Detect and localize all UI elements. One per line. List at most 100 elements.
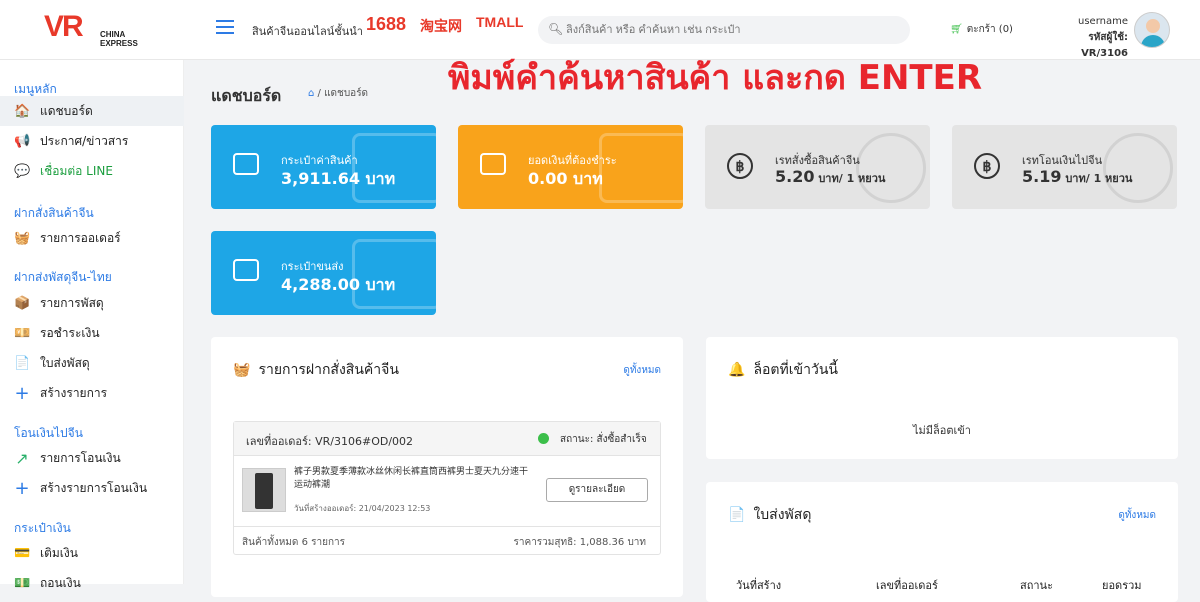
cart-button[interactable]: 🛒︎ ตะกร้า (0) <box>950 22 1013 37</box>
view-all-orders-link[interactable]: ดูทั้งหมด <box>623 363 661 378</box>
brand-tmall-logo[interactable]: TMALL <box>476 14 523 30</box>
product-thumbnail[interactable] <box>242 468 286 512</box>
breadcrumb-separator: / <box>317 88 321 99</box>
stat-value: 5.19 บาท/ 1 หยวน <box>1022 167 1132 187</box>
instruction-overlay: พิมพ์คำค้นหาสินค้า และกด ENTER <box>448 58 983 98</box>
stat-value: 3,911.64 บาท <box>281 169 396 188</box>
rate-unit: บาท/ 1 หยวน <box>1061 172 1133 185</box>
brand-taobao-logo[interactable]: 淘宝网 <box>420 16 462 36</box>
order-status: สถานะ: สั่งซื้อสำเร็จ <box>560 434 647 445</box>
order-header: เลขที่ออเดอร์: VR/3106#OD/002 สถานะ: สั่… <box>234 422 660 456</box>
wallet-icon <box>233 153 259 175</box>
view-all-slips-link[interactable]: ดูทั้งหมด <box>1118 508 1156 523</box>
stat-card-transfer-rate: ฿ เรทโอนเงินไปจีน 5.19 บาท/ 1 หยวน <box>952 125 1177 209</box>
wallet-topup-icon: 💳 <box>14 545 31 561</box>
avatar[interactable] <box>1134 12 1170 48</box>
sidebar-item-label: รายการโอนเงิน <box>40 450 121 465</box>
baht-coin-icon: ฿ <box>974 153 1000 179</box>
panel-title-text: ใบส่งพัสดุ <box>753 507 812 523</box>
logo-subtitle: CHINA EXPRESS <box>100 30 138 48</box>
column-header: ยอดรวม <box>1102 579 1142 592</box>
sidebar-item-label: สร้างรายการ <box>40 385 108 400</box>
logo[interactable]: VR CHINA EXPRESS <box>44 10 154 50</box>
sidebar-item-create[interactable]: + สร้างรายการ <box>0 378 184 408</box>
sidebar: เมนูหลัก 🏠 แดชบอร์ด 📢 ประกาศ/ข่าวสาร 💬 เชื่… <box>0 60 184 591</box>
sidebar-section-transfer: โอนเงินไปจีน <box>14 426 83 440</box>
basket-icon: 🧺 <box>14 230 31 246</box>
order-detail-button[interactable]: ดูรายละเอียด <box>546 478 648 502</box>
sidebar-item-parcels[interactable]: 📦 รายการพัสดุ <box>0 288 184 318</box>
baht-coin-icon: ฿ <box>727 153 753 179</box>
sidebar-item-label: แดชบอร์ด <box>40 103 93 118</box>
sidebar-item-pending-payment[interactable]: 💴 รอชำระเงิน <box>0 318 184 348</box>
rate-value: 5.19 <box>1022 167 1062 186</box>
sidebar-item-transfers[interactable]: ↗ รายการโอนเงิน <box>0 443 184 473</box>
empty-state-text: ไม่มีล็อตเข้า <box>913 424 971 437</box>
sidebar-item-label: ประกาศ/ข่าวสาร <box>40 133 129 148</box>
sidebar-item-orders[interactable]: 🧺 รายการออเดอร์ <box>0 223 184 253</box>
stat-card-amount-due[interactable]: ยอดเงินที่ต้องชำระ 0.00 บาท <box>458 125 683 209</box>
brand-1688-logo[interactable]: 1688 <box>366 14 406 35</box>
sidebar-item-label: รอชำระเงิน <box>40 325 100 340</box>
panel-title-text: ล็อตที่เข้าวันนี้ <box>753 362 838 378</box>
breadcrumb-current: แดชบอร์ด <box>324 88 369 99</box>
sidebar-item-label: รายการออเดอร์ <box>40 230 121 245</box>
stat-value: 5.20 บาท/ 1 หยวน <box>775 167 885 187</box>
tagline: สินค้าจีนออนไลน์ชั้นนำ <box>252 25 363 38</box>
sidebar-item-news[interactable]: 📢 ประกาศ/ข่าวสาร <box>0 126 184 156</box>
sidebar-item-dashboard[interactable]: 🏠 แดชบอร์ด <box>0 96 184 126</box>
panel-title-text: รายการฝากสั่งสินค้าจีน <box>258 362 399 378</box>
sidebar-item-label: สร้างรายการโอนเงิน <box>40 480 148 495</box>
stat-card-product-wallet[interactable]: กระเป๋าค่าสินค้า 3,911.64 บาท <box>211 125 436 209</box>
order-number: เลขที่ออเดอร์: VR/3106#OD/002 <box>246 435 414 448</box>
sidebar-item-label: เชื่อมต่อ LINE <box>40 163 113 178</box>
rate-value: 5.20 <box>775 167 815 186</box>
sidebar-item-label: ถอนเงิน <box>40 575 81 590</box>
wallet-icon <box>233 259 259 281</box>
order-card: เลขที่ออเดอร์: VR/3106#OD/002 สถานะ: สั่… <box>233 421 661 555</box>
username: username <box>1078 16 1128 27</box>
megaphone-icon: 📢 <box>14 133 31 149</box>
column-header: สถานะ <box>1020 579 1053 592</box>
rate-unit: บาท/ 1 หยวน <box>814 172 886 185</box>
column-header: วันที่สร้าง <box>736 579 782 592</box>
sidebar-item-topup[interactable]: 💳 เติมเงิน <box>0 538 184 568</box>
line-icon: 💬 <box>14 163 31 179</box>
page-title: แดชบอร์ด <box>211 86 282 105</box>
lots-today-panel: 🔔 ล็อตที่เข้าวันนี้ ไม่มีล็อตเข้า <box>706 337 1178 459</box>
item-count: สินค้าทั้งหมด 6 รายการ <box>242 537 346 548</box>
sidebar-item-label: รายการพัสดุ <box>40 295 104 310</box>
sidebar-item-label: ใบส่งพัสดุ <box>40 355 90 370</box>
search-box[interactable]: 🔍︎ <box>538 16 910 44</box>
stat-card-shipping-wallet[interactable]: กระเป๋าขนส่ง 4,288.00 บาท <box>211 231 436 315</box>
sidebar-section-order: ฝากสั่งสินค้าจีน <box>14 206 94 220</box>
cash-icon: 💴 <box>14 325 31 341</box>
stat-card-order-rate: ฿ เรทสั่งซื้อสินค้าจีน 5.20 บาท/ 1 หยวน <box>705 125 930 209</box>
shipping-slip-panel: 📄 ใบส่งพัสดุ ดูทั้งหมด วันที่สร้าง เลขที่… <box>706 482 1178 602</box>
box-icon: 📦 <box>14 295 31 311</box>
sidebar-item-shipping-slip[interactable]: 📄 ใบส่งพัสดุ <box>0 348 184 378</box>
basket-icon: 🧺 <box>233 362 251 378</box>
sidebar-item-create-transfer[interactable]: + สร้างรายการโอนเงิน <box>0 473 184 503</box>
sidebar-item-withdraw[interactable]: 💵 ถอนเงิน <box>0 568 184 598</box>
status-dot-icon <box>538 433 549 444</box>
order-total: ราคารวมสุทธิ: 1,088.36 บาท <box>513 537 646 548</box>
home-icon: 🏠 <box>14 103 31 119</box>
search-input[interactable] <box>566 20 896 40</box>
search-icon: 🔍︎ <box>548 22 564 36</box>
orders-panel-title: 🧺 รายการฝากสั่งสินค้าจีน <box>233 359 399 381</box>
withdraw-icon: 💵 <box>14 575 31 591</box>
breadcrumb: ⌂ / แดชบอร์ด <box>308 86 368 101</box>
shipping-panel-title: 📄 ใบส่งพัสดุ <box>728 504 811 526</box>
plus-icon: + <box>14 382 30 404</box>
stat-value: 4,288.00 บาท <box>281 275 396 294</box>
plus-icon: + <box>14 477 30 499</box>
hamburger-menu-icon[interactable] <box>216 20 234 34</box>
sidebar-item-line[interactable]: 💬 เชื่อมต่อ LINE <box>0 156 184 186</box>
user-info[interactable]: username รหัสผู้ใช้: VR/3106 <box>1040 14 1128 62</box>
lots-panel-title: 🔔 ล็อตที่เข้าวันนี้ <box>728 359 838 381</box>
home-icon[interactable]: ⌂ <box>308 88 314 99</box>
sidebar-section-wallet: กระเป๋าเงิน <box>14 521 71 535</box>
order-created-date: วันที่สร้างออเดอร์: 21/04/2023 12:53 <box>294 504 431 513</box>
stat-value: 0.00 บาท <box>528 169 603 188</box>
